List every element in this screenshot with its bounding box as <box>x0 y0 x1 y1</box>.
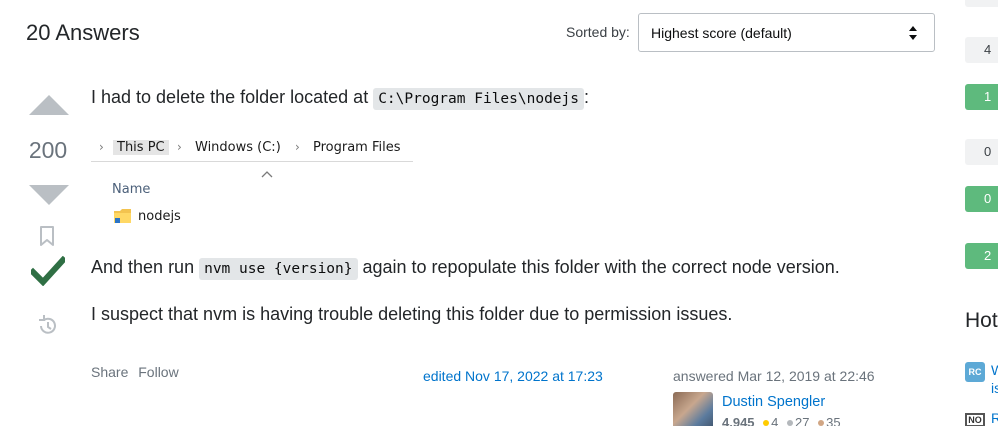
paragraph-text: again to repopulate this folder with the… <box>357 257 840 277</box>
explorer-column-name: Name <box>112 182 151 197</box>
explorer-item-nodejs: nodejs <box>138 209 181 224</box>
answer-paragraph-3: I suspect that nvm is having trouble del… <box>91 304 733 324</box>
answers-count-heading: 20 Answers <box>26 20 140 45</box>
gold-badge-count: 4 <box>771 415 779 426</box>
vote-count: 200 <box>28 137 68 163</box>
reputation-score: 4,945 <box>722 415 755 426</box>
follow-link[interactable]: Follow <box>138 364 178 380</box>
site-icon: RC <box>965 362 985 382</box>
accepted-check-icon <box>31 256 65 286</box>
bookmark-icon[interactable] <box>38 225 56 247</box>
breadcrumb-this-pc: This PC <box>113 140 169 155</box>
sidebar-score-badge[interactable]: 4 <box>965 37 998 63</box>
gold-badge-icon <box>763 420 770 426</box>
chevron-right-icon: › <box>295 140 300 154</box>
history-icon[interactable] <box>37 315 59 337</box>
breadcrumb-windows-c: Windows (C:) <box>195 140 281 155</box>
bronze-badge-icon <box>818 420 825 426</box>
answer-paragraph-1: I had to delete the folder located at C:… <box>91 84 589 112</box>
downvote-icon[interactable] <box>29 184 69 206</box>
bronze-badge-count: 35 <box>826 415 841 426</box>
silver-badge-count: 27 <box>795 415 810 426</box>
sidebar-badge-clipped <box>965 0 998 7</box>
user-name-link[interactable]: Dustin Spengler <box>722 394 825 410</box>
sidebar-score-badge[interactable]: 2 <box>965 243 998 269</box>
chevron-right-icon: › <box>177 140 182 154</box>
hot-question-link-line2[interactable]: is <box>991 380 998 396</box>
explorer-breadcrumb-bar: › This PC › Windows (C:) › Program Files <box>91 134 413 162</box>
inline-code-path: C:\Program Files\nodejs <box>373 88 584 110</box>
select-arrows-icon <box>909 26 917 40</box>
sidebar-score-badge[interactable]: 1 <box>965 84 998 110</box>
hot-question-link[interactable]: W <box>991 362 998 378</box>
explorer-screenshot: › This PC › Windows (C:) › Program Files… <box>91 134 413 230</box>
sort-caret-icon <box>261 171 273 178</box>
paragraph-text: And then run <box>91 257 200 277</box>
share-link[interactable]: Share <box>91 364 128 380</box>
upvote-icon[interactable] <box>29 94 69 116</box>
sidebar-score-badge[interactable]: 0 <box>965 186 998 212</box>
folder-icon <box>114 209 131 223</box>
user-reputation: 4,945 4 27 35 <box>722 415 841 426</box>
edited-link[interactable]: edited Nov 17, 2022 at 17:23 <box>423 368 603 384</box>
sort-select[interactable]: Highest score (default) <box>638 13 935 52</box>
paragraph-text: I had to delete the folder located at <box>91 87 374 107</box>
answered-timestamp: answered Mar 12, 2019 at 22:46 <box>673 368 875 384</box>
silver-badge-icon <box>787 420 794 426</box>
answer-paragraph-2: And then run nvm use {version} again to … <box>91 254 840 282</box>
inline-code-command: nvm use {version} <box>199 258 358 280</box>
hot-questions-heading: Hot <box>965 309 998 332</box>
sidebar-score-badge[interactable]: 0 <box>965 139 998 165</box>
chevron-right-icon: › <box>99 140 104 154</box>
site-icon: NO <box>965 413 985 426</box>
paragraph-suffix: : <box>584 87 590 107</box>
sort-label: Sorted by: <box>566 24 630 40</box>
sort-select-value: Highest score (default) <box>651 25 792 41</box>
hot-question-link[interactable]: R <box>991 410 998 426</box>
post-menu: Share Follow <box>91 364 185 380</box>
avatar[interactable] <box>673 392 713 426</box>
breadcrumb-program-files: Program Files <box>313 140 401 155</box>
